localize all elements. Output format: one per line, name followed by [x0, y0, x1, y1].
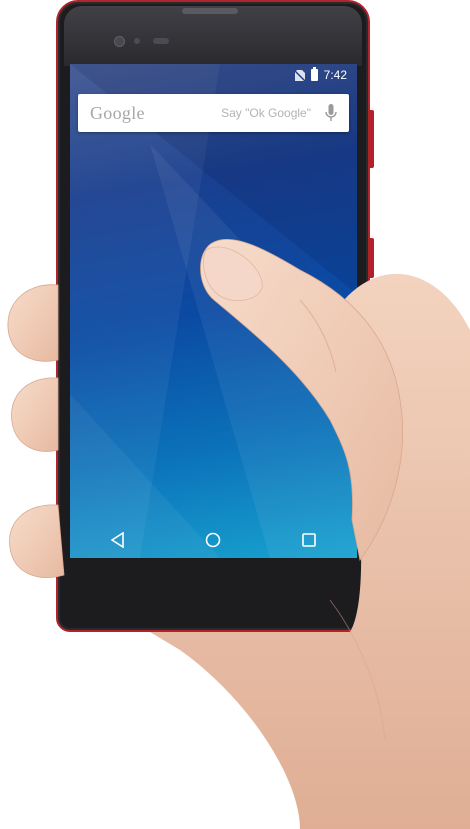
recents-button[interactable] [295, 526, 323, 554]
mic-icon[interactable] [325, 104, 337, 122]
back-triangle-icon [110, 532, 124, 548]
light-sensor [153, 38, 169, 44]
home-circle-icon [206, 532, 221, 548]
google-search-bar[interactable]: Google Say "Ok Google" [78, 94, 349, 132]
voice-search-hint: Say "Ok Google" [221, 106, 311, 120]
phone-top-bezel [64, 6, 362, 66]
status-time: 7:42 [323, 68, 347, 82]
proximity-sensor [134, 38, 140, 44]
power-key [368, 238, 374, 278]
product-photo: 7:42 Google Say "Ok Google" [0, 0, 470, 829]
battery-full-icon [310, 67, 318, 81]
recents-square-icon [302, 533, 316, 547]
navigation-bar [70, 522, 357, 558]
no-sim-icon [294, 69, 305, 81]
status-bar: 7:42 [70, 64, 357, 86]
home-button[interactable] [199, 526, 227, 554]
volume-key [368, 110, 374, 168]
google-logo: Google [90, 102, 145, 123]
earpiece-speaker [182, 8, 238, 14]
wallpaper [70, 64, 357, 558]
back-button[interactable] [104, 526, 132, 554]
front-camera-icon [114, 36, 125, 47]
home-screen: 7:42 Google Say "Ok Google" [70, 64, 357, 558]
